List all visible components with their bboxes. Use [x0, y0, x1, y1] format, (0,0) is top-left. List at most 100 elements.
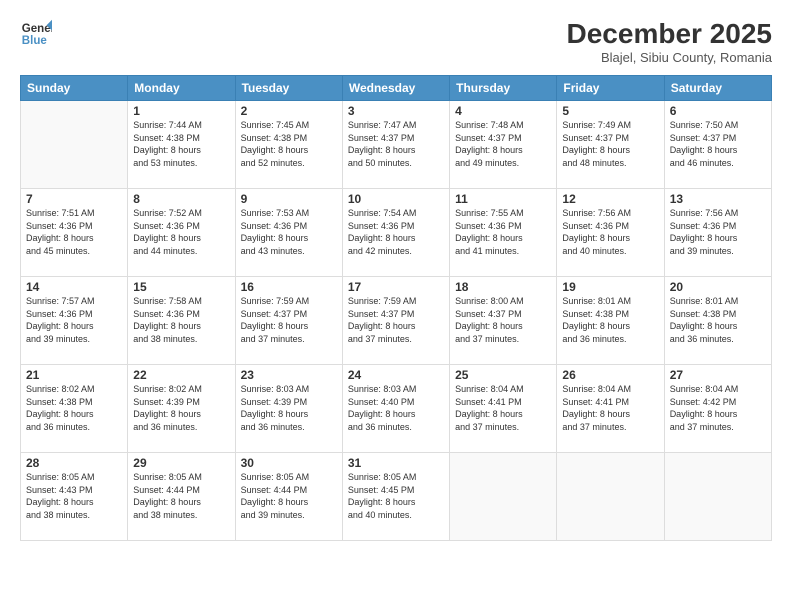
- day-number: 27: [670, 368, 766, 382]
- day-number: 19: [562, 280, 658, 294]
- day-info: Sunrise: 8:05 AMSunset: 4:44 PMDaylight:…: [133, 471, 229, 521]
- day-info: Sunrise: 8:04 AMSunset: 4:41 PMDaylight:…: [562, 383, 658, 433]
- calendar-cell: 7Sunrise: 7:51 AMSunset: 4:36 PMDaylight…: [21, 189, 128, 277]
- day-number: 2: [241, 104, 337, 118]
- calendar-cell: [21, 101, 128, 189]
- day-info: Sunrise: 7:49 AMSunset: 4:37 PMDaylight:…: [562, 119, 658, 169]
- day-number: 8: [133, 192, 229, 206]
- day-info: Sunrise: 8:05 AMSunset: 4:44 PMDaylight:…: [241, 471, 337, 521]
- calendar-day-header: Monday: [128, 76, 235, 101]
- calendar-week-row: 14Sunrise: 7:57 AMSunset: 4:36 PMDayligh…: [21, 277, 772, 365]
- day-number: 15: [133, 280, 229, 294]
- day-number: 4: [455, 104, 551, 118]
- day-number: 29: [133, 456, 229, 470]
- day-number: 24: [348, 368, 444, 382]
- calendar-cell: 27Sunrise: 8:04 AMSunset: 4:42 PMDayligh…: [664, 365, 771, 453]
- calendar-cell: 31Sunrise: 8:05 AMSunset: 4:45 PMDayligh…: [342, 453, 449, 541]
- day-info: Sunrise: 7:57 AMSunset: 4:36 PMDaylight:…: [26, 295, 122, 345]
- day-number: 26: [562, 368, 658, 382]
- day-info: Sunrise: 7:48 AMSunset: 4:37 PMDaylight:…: [455, 119, 551, 169]
- calendar-cell: 6Sunrise: 7:50 AMSunset: 4:37 PMDaylight…: [664, 101, 771, 189]
- calendar-cell: 9Sunrise: 7:53 AMSunset: 4:36 PMDaylight…: [235, 189, 342, 277]
- calendar-week-row: 1Sunrise: 7:44 AMSunset: 4:38 PMDaylight…: [21, 101, 772, 189]
- calendar-cell: [450, 453, 557, 541]
- calendar-cell: 24Sunrise: 8:03 AMSunset: 4:40 PMDayligh…: [342, 365, 449, 453]
- calendar-day-header: Sunday: [21, 76, 128, 101]
- calendar-cell: 30Sunrise: 8:05 AMSunset: 4:44 PMDayligh…: [235, 453, 342, 541]
- calendar-cell: 22Sunrise: 8:02 AMSunset: 4:39 PMDayligh…: [128, 365, 235, 453]
- day-number: 1: [133, 104, 229, 118]
- calendar-cell: 20Sunrise: 8:01 AMSunset: 4:38 PMDayligh…: [664, 277, 771, 365]
- title-block: December 2025 Blajel, Sibiu County, Roma…: [567, 18, 772, 65]
- logo: General Blue: [20, 18, 52, 50]
- day-info: Sunrise: 8:05 AMSunset: 4:43 PMDaylight:…: [26, 471, 122, 521]
- day-number: 20: [670, 280, 766, 294]
- calendar-cell: 25Sunrise: 8:04 AMSunset: 4:41 PMDayligh…: [450, 365, 557, 453]
- day-number: 18: [455, 280, 551, 294]
- day-info: Sunrise: 8:04 AMSunset: 4:41 PMDaylight:…: [455, 383, 551, 433]
- calendar-cell: 10Sunrise: 7:54 AMSunset: 4:36 PMDayligh…: [342, 189, 449, 277]
- calendar-cell: 14Sunrise: 7:57 AMSunset: 4:36 PMDayligh…: [21, 277, 128, 365]
- header: General Blue December 2025 Blajel, Sibiu…: [20, 18, 772, 65]
- calendar-week-row: 7Sunrise: 7:51 AMSunset: 4:36 PMDaylight…: [21, 189, 772, 277]
- calendar-cell: 18Sunrise: 8:00 AMSunset: 4:37 PMDayligh…: [450, 277, 557, 365]
- calendar-cell: 28Sunrise: 8:05 AMSunset: 4:43 PMDayligh…: [21, 453, 128, 541]
- day-info: Sunrise: 7:56 AMSunset: 4:36 PMDaylight:…: [670, 207, 766, 257]
- day-number: 23: [241, 368, 337, 382]
- calendar-cell: [557, 453, 664, 541]
- day-info: Sunrise: 7:55 AMSunset: 4:36 PMDaylight:…: [455, 207, 551, 257]
- calendar-cell: 8Sunrise: 7:52 AMSunset: 4:36 PMDaylight…: [128, 189, 235, 277]
- calendar-cell: 13Sunrise: 7:56 AMSunset: 4:36 PMDayligh…: [664, 189, 771, 277]
- calendar-cell: 26Sunrise: 8:04 AMSunset: 4:41 PMDayligh…: [557, 365, 664, 453]
- day-info: Sunrise: 8:00 AMSunset: 4:37 PMDaylight:…: [455, 295, 551, 345]
- day-number: 10: [348, 192, 444, 206]
- day-info: Sunrise: 7:52 AMSunset: 4:36 PMDaylight:…: [133, 207, 229, 257]
- day-info: Sunrise: 8:05 AMSunset: 4:45 PMDaylight:…: [348, 471, 444, 521]
- day-info: Sunrise: 8:01 AMSunset: 4:38 PMDaylight:…: [562, 295, 658, 345]
- day-info: Sunrise: 8:03 AMSunset: 4:40 PMDaylight:…: [348, 383, 444, 433]
- calendar-cell: 21Sunrise: 8:02 AMSunset: 4:38 PMDayligh…: [21, 365, 128, 453]
- day-info: Sunrise: 8:03 AMSunset: 4:39 PMDaylight:…: [241, 383, 337, 433]
- day-info: Sunrise: 8:02 AMSunset: 4:39 PMDaylight:…: [133, 383, 229, 433]
- day-info: Sunrise: 7:59 AMSunset: 4:37 PMDaylight:…: [241, 295, 337, 345]
- calendar-cell: 11Sunrise: 7:55 AMSunset: 4:36 PMDayligh…: [450, 189, 557, 277]
- day-info: Sunrise: 7:44 AMSunset: 4:38 PMDaylight:…: [133, 119, 229, 169]
- calendar-header-row: SundayMondayTuesdayWednesdayThursdayFrid…: [21, 76, 772, 101]
- day-info: Sunrise: 7:56 AMSunset: 4:36 PMDaylight:…: [562, 207, 658, 257]
- logo-icon: General Blue: [20, 18, 52, 50]
- calendar-cell: 15Sunrise: 7:58 AMSunset: 4:36 PMDayligh…: [128, 277, 235, 365]
- calendar-day-header: Thursday: [450, 76, 557, 101]
- day-number: 22: [133, 368, 229, 382]
- location: Blajel, Sibiu County, Romania: [567, 50, 772, 65]
- day-number: 16: [241, 280, 337, 294]
- calendar-day-header: Saturday: [664, 76, 771, 101]
- day-number: 30: [241, 456, 337, 470]
- day-number: 7: [26, 192, 122, 206]
- calendar-cell: 1Sunrise: 7:44 AMSunset: 4:38 PMDaylight…: [128, 101, 235, 189]
- calendar-cell: 29Sunrise: 8:05 AMSunset: 4:44 PMDayligh…: [128, 453, 235, 541]
- calendar-cell: 23Sunrise: 8:03 AMSunset: 4:39 PMDayligh…: [235, 365, 342, 453]
- calendar-cell: [664, 453, 771, 541]
- month-title: December 2025: [567, 18, 772, 50]
- svg-text:Blue: Blue: [22, 35, 48, 47]
- calendar-cell: 16Sunrise: 7:59 AMSunset: 4:37 PMDayligh…: [235, 277, 342, 365]
- calendar-cell: 19Sunrise: 8:01 AMSunset: 4:38 PMDayligh…: [557, 277, 664, 365]
- calendar-cell: 12Sunrise: 7:56 AMSunset: 4:36 PMDayligh…: [557, 189, 664, 277]
- day-number: 14: [26, 280, 122, 294]
- calendar-cell: 3Sunrise: 7:47 AMSunset: 4:37 PMDaylight…: [342, 101, 449, 189]
- day-number: 12: [562, 192, 658, 206]
- day-info: Sunrise: 7:54 AMSunset: 4:36 PMDaylight:…: [348, 207, 444, 257]
- day-number: 6: [670, 104, 766, 118]
- day-info: Sunrise: 7:59 AMSunset: 4:37 PMDaylight:…: [348, 295, 444, 345]
- calendar-cell: 17Sunrise: 7:59 AMSunset: 4:37 PMDayligh…: [342, 277, 449, 365]
- day-info: Sunrise: 7:51 AMSunset: 4:36 PMDaylight:…: [26, 207, 122, 257]
- calendar-day-header: Tuesday: [235, 76, 342, 101]
- day-number: 25: [455, 368, 551, 382]
- day-number: 5: [562, 104, 658, 118]
- day-number: 17: [348, 280, 444, 294]
- calendar-week-row: 28Sunrise: 8:05 AMSunset: 4:43 PMDayligh…: [21, 453, 772, 541]
- day-number: 21: [26, 368, 122, 382]
- calendar: SundayMondayTuesdayWednesdayThursdayFrid…: [20, 75, 772, 541]
- day-info: Sunrise: 8:01 AMSunset: 4:38 PMDaylight:…: [670, 295, 766, 345]
- day-info: Sunrise: 7:47 AMSunset: 4:37 PMDaylight:…: [348, 119, 444, 169]
